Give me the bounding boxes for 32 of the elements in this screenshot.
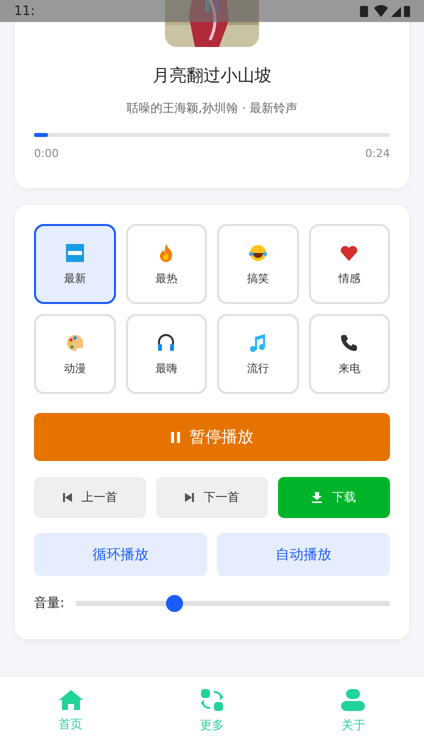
mode-button[interactable]: 自动播放	[217, 533, 390, 576]
elapsed-time: 0:00	[34, 147, 59, 160]
previous-icon	[62, 493, 72, 502]
category-tile[interactable]: 来电	[308, 314, 390, 394]
previous-button[interactable]: 上一首	[34, 477, 146, 518]
palette-icon	[64, 332, 85, 352]
category-tile[interactable]: 情感	[308, 224, 390, 304]
volume-label: 音量:	[34, 595, 64, 612]
new-icon	[64, 242, 85, 262]
category-tile[interactable]: 最热	[126, 224, 207, 304]
category-tile[interactable]: 流行	[217, 314, 298, 394]
total-time: 0:24	[365, 147, 390, 160]
category-tile[interactable]: 最嗨	[126, 314, 207, 394]
category-tile[interactable]: 最新	[34, 224, 116, 304]
song-title: 月亮翻过小山坡	[152, 65, 272, 87]
song-artist: 聒噪的王海颖,孙圳翰 · 最新铃声	[126, 100, 298, 117]
user-icon	[341, 689, 366, 711]
status-time: 11:	[14, 4, 35, 18]
next-icon	[184, 493, 194, 502]
laughing-face-icon	[248, 242, 268, 262]
volume-thumb[interactable]	[166, 594, 183, 612]
category-tile[interactable]: 动漫	[34, 314, 116, 394]
next-button[interactable]: 下一首	[156, 477, 268, 518]
switch-icon	[200, 689, 223, 711]
pause-icon	[170, 432, 180, 442]
phone-icon	[339, 332, 360, 352]
category-tile[interactable]: 搞笑	[217, 224, 298, 304]
headphones-icon	[156, 332, 176, 352]
download-icon	[312, 492, 322, 503]
music-note-icon	[248, 332, 268, 352]
mode-button[interactable]: 循环播放	[34, 533, 207, 576]
home-icon	[58, 690, 83, 710]
